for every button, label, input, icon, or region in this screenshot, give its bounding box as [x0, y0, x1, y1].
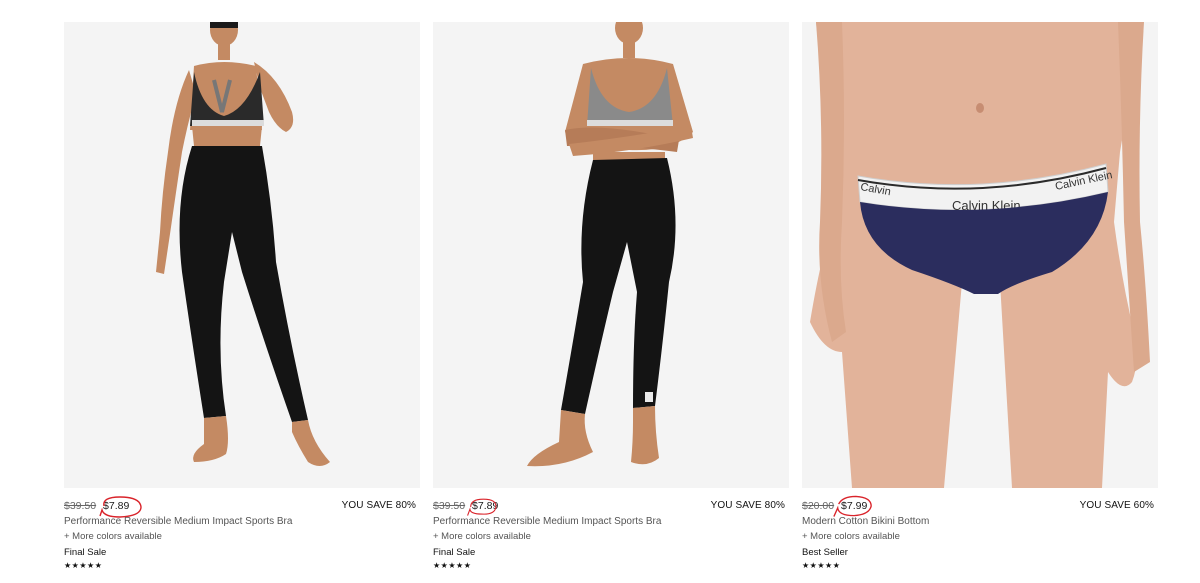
sale-price: $7.99 [833, 495, 872, 517]
savings-label: YOU SAVE 80% [341, 500, 416, 511]
rating-stars-icon[interactable]: ★★★★★ [433, 560, 789, 572]
product-name-link[interactable]: Modern Cotton Bikini Bottom [802, 514, 1158, 529]
original-price: $39.50 [433, 500, 466, 512]
product-name-link[interactable]: Performance Reversible Medium Impact Spo… [433, 514, 789, 529]
model-illustration [64, 22, 420, 488]
sale-price-value: $7.99 [841, 500, 868, 512]
product-image[interactable] [433, 22, 789, 488]
more-colors-link[interactable]: + More colors available [64, 529, 420, 545]
product-badge: Final Sale [64, 547, 107, 558]
product-name-link[interactable]: Performance Reversible Medium Impact Spo… [64, 514, 420, 529]
product-badge: Final Sale [433, 547, 476, 558]
more-colors-link[interactable]: + More colors available [802, 529, 1158, 545]
product-image[interactable] [64, 22, 420, 488]
product-card[interactable]: Calvin Klein Calvin Klein Calvin $20.00 … [802, 22, 1158, 583]
savings-label: YOU SAVE 80% [710, 500, 785, 511]
product-badge: Best Seller [802, 547, 848, 558]
sale-price: $7.89 [467, 498, 499, 516]
product-info: $20.00 $7.99 YOU SAVE 60% Modern Cotton … [802, 495, 1158, 572]
rating-stars-icon[interactable]: ★★★★★ [64, 560, 420, 572]
more-colors-link[interactable]: + More colors available [433, 529, 789, 545]
price-row: $20.00 $7.99 YOU SAVE 60% [802, 495, 1158, 517]
product-grid: $39.50 $7.89 YOU SAVE 80% Performance Re… [64, 22, 1158, 583]
price-row: $39.50 $7.89 YOU SAVE 80% [433, 498, 789, 516]
model-illustration [433, 22, 789, 488]
savings-label: YOU SAVE 60% [1079, 500, 1154, 511]
product-info: $39.50 $7.89 YOU SAVE 80% Performance Re… [64, 496, 420, 572]
original-price: $20.00 [802, 500, 835, 512]
model-illustration: Calvin Klein Calvin Klein Calvin [802, 22, 1158, 488]
product-image[interactable]: Calvin Klein Calvin Klein Calvin [802, 22, 1158, 488]
price-row: $39.50 $7.89 YOU SAVE 80% [64, 496, 420, 518]
original-price: $39.50 [64, 500, 97, 512]
product-card[interactable]: $39.50 $7.89 YOU SAVE 80% Performance Re… [433, 22, 789, 583]
rating-stars-icon[interactable]: ★★★★★ [802, 560, 1158, 572]
product-card[interactable]: $39.50 $7.89 YOU SAVE 80% Performance Re… [64, 22, 420, 583]
sale-price: $7.89 [99, 496, 142, 518]
product-info: $39.50 $7.89 YOU SAVE 80% Performance Re… [433, 498, 789, 572]
sale-price-value: $7.89 [472, 500, 499, 512]
sale-price-value: $7.89 [103, 500, 130, 512]
